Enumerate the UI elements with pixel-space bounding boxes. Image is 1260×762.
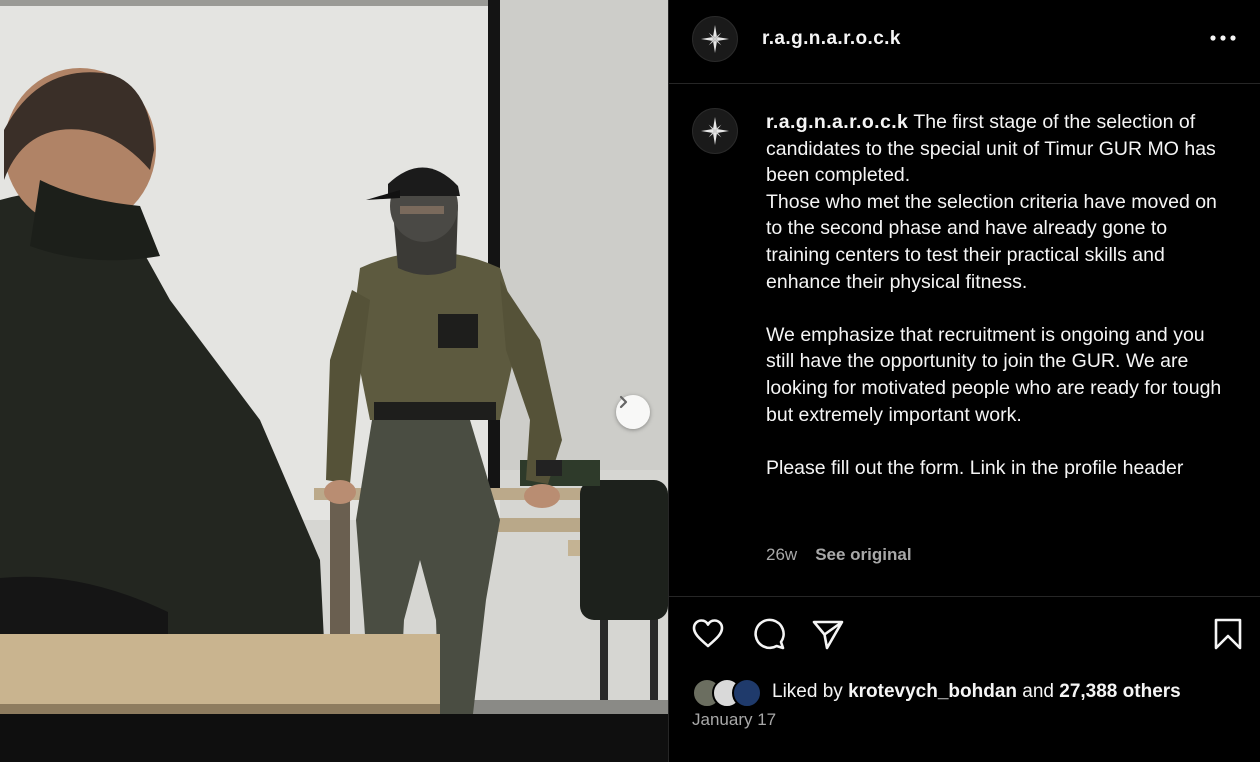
post-details-panel: r.a.g.n.a.r.o.c.k r.a.g.n.a.r.o.c.k The …	[668, 0, 1260, 762]
avatar	[732, 678, 762, 708]
caption-meta: 26w See original	[766, 545, 912, 565]
caption-paragraph: Those who met the selection criteria hav…	[766, 190, 1217, 293]
chevron-right-icon	[619, 395, 628, 409]
likes-prefix: Liked by	[772, 681, 843, 702]
classroom-scene-illustration	[0, 0, 668, 762]
caption-paragraph: r.a.g.n.a.r.o.c.k The first stage of the…	[766, 109, 1236, 189]
caption-paragraph: Please fill out the form. Link in the pr…	[766, 456, 1184, 479]
likes-joiner: and	[1022, 681, 1054, 702]
next-photo-button[interactable]	[616, 395, 650, 429]
compass-star-icon	[701, 117, 729, 145]
bookmark-icon[interactable]	[1211, 617, 1245, 651]
likes-count[interactable]: 27,388 others	[1059, 681, 1180, 703]
header-username[interactable]: r.a.g.n.a.r.o.c.k	[762, 28, 901, 50]
liker-avatars[interactable]	[692, 678, 766, 708]
caption-avatar[interactable]	[692, 108, 738, 154]
liker-username[interactable]: krotevych_bohdan	[848, 681, 1017, 703]
comment-icon[interactable]	[752, 617, 786, 651]
caption-username[interactable]: r.a.g.n.a.r.o.c.k	[766, 111, 908, 133]
heart-icon[interactable]	[691, 617, 725, 651]
instagram-post-view: r.a.g.n.a.r.o.c.k r.a.g.n.a.r.o.c.k The …	[0, 0, 1260, 762]
paper-plane-icon[interactable]	[811, 617, 845, 651]
more-options-button[interactable]	[1208, 26, 1238, 50]
likes-summary: Liked by krotevych_bohdan and 27,388 oth…	[692, 678, 1181, 708]
see-original-link[interactable]: See original	[815, 545, 911, 565]
divider	[669, 596, 1260, 597]
post-caption: r.a.g.n.a.r.o.c.k The first stage of the…	[766, 109, 1236, 481]
profile-avatar[interactable]	[692, 16, 738, 62]
compass-star-icon	[701, 25, 729, 53]
post-header: r.a.g.n.a.r.o.c.k	[669, 0, 1260, 84]
post-photo[interactable]	[0, 0, 668, 762]
more-options-icon	[1210, 35, 1236, 41]
post-date[interactable]: January 17	[692, 710, 776, 730]
caption-paragraph: We emphasize that recruitment is ongoing…	[766, 323, 1222, 426]
post-age[interactable]: 26w	[766, 545, 797, 565]
